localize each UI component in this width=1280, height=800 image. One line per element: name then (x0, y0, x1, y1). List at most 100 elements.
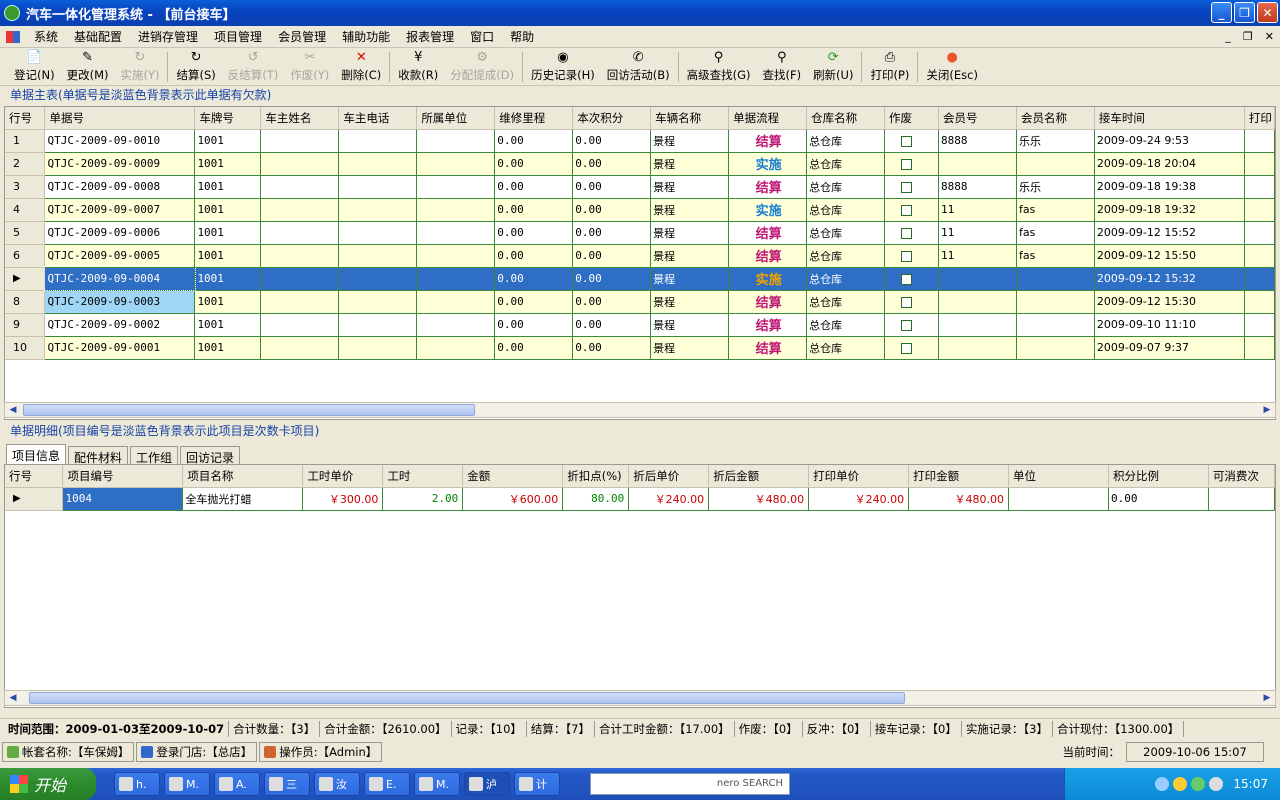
void-checkbox[interactable] (884, 244, 939, 268)
cell-wh[interactable]: 总仓库 (806, 152, 886, 176)
column-header[interactable]: 工时 (382, 465, 464, 488)
taskbar-item[interactable]: 泸 (464, 772, 510, 796)
menu-project[interactable]: 项目管理 (206, 28, 270, 45)
cell-mem[interactable]: 11 (938, 221, 1017, 245)
restore-button[interactable]: ❐ (1234, 2, 1255, 23)
cell-no[interactable]: QTJC-2009-09-0009 (44, 152, 196, 176)
table-row[interactable]: 10 QTJC-2009-09-0001 1001 0.00 0.00 景程 结算 总仓库 20… (5, 336, 1275, 360)
mdi-window-icon[interactable] (6, 30, 20, 43)
cell-owner[interactable] (260, 198, 340, 222)
cell-car[interactable]: 景程 (650, 129, 730, 153)
cell-points_ratio[interactable]: 0.00 (1108, 487, 1209, 511)
cell-print_price[interactable]: ￥240.00 (808, 487, 910, 511)
cell-memname[interactable] (1016, 336, 1095, 360)
scroll-thumb[interactable] (29, 692, 905, 704)
scroll-left-icon[interactable]: ◀ (5, 403, 21, 417)
taskbar-item[interactable]: 计 (514, 772, 560, 796)
toolbar-button-3[interactable]: ↻ 结算(S) (170, 49, 221, 85)
cell-plate[interactable]: 1001 (194, 244, 262, 268)
toolbar-button-7[interactable]: ¥ 收款(R) (392, 49, 444, 85)
cell-plate[interactable]: 1001 (194, 267, 262, 291)
cell-no[interactable]: QTJC-2009-09-0002 (44, 313, 196, 337)
toolbar-button-15[interactable]: ● 关闭(Esc) (920, 49, 984, 85)
cell-wh[interactable]: 总仓库 (806, 244, 886, 268)
tab-parts[interactable]: 配件材料 (68, 446, 129, 465)
checkbox-icon[interactable] (901, 250, 913, 262)
cell-points[interactable]: 0.00 (572, 336, 652, 360)
cell-plate[interactable]: 1001 (194, 221, 262, 245)
cell-time[interactable]: 2009-09-12 15:52 (1094, 221, 1245, 245)
void-checkbox[interactable] (884, 152, 939, 176)
void-checkbox[interactable] (884, 313, 939, 337)
toolbar-button-8[interactable]: ⚙ 分配提成(D) (444, 49, 520, 85)
cell-rate[interactable]: ￥300.00 (302, 487, 384, 511)
taskbar-item[interactable]: 汝 (314, 772, 360, 796)
cell-no[interactable]: QTJC-2009-09-0008 (44, 175, 196, 199)
cell-phone[interactable] (338, 313, 418, 337)
mdi-restore-button[interactable]: ❐ (1243, 30, 1253, 43)
column-header[interactable]: 会员名称 (1016, 107, 1095, 130)
cell-mem[interactable]: 11 (938, 244, 1017, 268)
cell-mileage[interactable]: 0.00 (494, 267, 574, 291)
toolbar-button-5[interactable]: ✂ 作废(Y) (284, 49, 335, 85)
print-cell[interactable] (1244, 221, 1275, 245)
column-header[interactable]: 项目名称 (182, 465, 304, 488)
cell-flow[interactable]: 结算 (728, 313, 808, 337)
cell-unit[interactable] (416, 152, 496, 176)
cell-mileage[interactable]: 0.00 (494, 175, 574, 199)
cell-owner[interactable] (260, 313, 340, 337)
cell-time[interactable]: 2009-09-18 19:38 (1094, 175, 1245, 199)
cell-phone[interactable] (338, 267, 418, 291)
toolbar-button-13[interactable]: ⟳ 刷新(U) (807, 49, 859, 85)
taskbar-item[interactable]: M. (164, 772, 210, 796)
cell-no[interactable]: QTJC-2009-09-0003 (44, 290, 196, 314)
cell-hours[interactable]: 2.00 (382, 487, 464, 511)
cell-plate[interactable]: 1001 (194, 336, 262, 360)
cell-flow[interactable]: 实施 (728, 267, 808, 291)
cell-unit[interactable] (1008, 487, 1109, 511)
taskbar-item[interactable]: h. (114, 772, 160, 796)
tray-volume-icon[interactable] (1209, 777, 1224, 791)
cell-no[interactable]: QTJC-2009-09-0005 (44, 244, 196, 268)
column-header[interactable]: 项目编号 (62, 465, 184, 488)
column-header[interactable]: 行号 (5, 465, 64, 488)
print-cell[interactable] (1244, 313, 1275, 337)
cell-flow[interactable]: 结算 (728, 244, 808, 268)
cell-points[interactable]: 0.00 (572, 313, 652, 337)
cell-mileage[interactable]: 0.00 (494, 129, 574, 153)
cell-phone[interactable] (338, 221, 418, 245)
toolbar-button-9[interactable]: ◉ 历史记录(H) (525, 49, 601, 85)
toolbar-button-2[interactable]: ↻ 实施(Y) (114, 49, 165, 85)
column-header[interactable]: 单位 (1008, 465, 1109, 488)
cell-name[interactable]: 全车抛光打蜡 (182, 487, 304, 511)
cell-owner[interactable] (260, 152, 340, 176)
cell-time[interactable]: 2009-09-18 20:04 (1094, 152, 1245, 176)
taskbar-item[interactable]: E. (364, 772, 410, 796)
toolbar-button-14[interactable]: ⎙ 打印(P) (864, 49, 915, 85)
cell-wh[interactable]: 总仓库 (806, 129, 886, 153)
cell-points[interactable]: 0.00 (572, 221, 652, 245)
void-checkbox[interactable] (884, 221, 939, 245)
toolbar-button-1[interactable]: ✎ 更改(M) (61, 49, 115, 85)
tab-workgroup[interactable]: 工作组 (130, 446, 179, 465)
cell-memname[interactable]: fas (1016, 244, 1095, 268)
main-grid[interactable]: 行号 单据号 车牌号 车主姓名 车主电话 所属单位 维修里程 本次积分 车辆名称 单据流程 仓库名称… (4, 106, 1276, 420)
cell-unit[interactable] (416, 244, 496, 268)
cell-mem[interactable] (938, 313, 1017, 337)
cell-time[interactable]: 2009-09-12 15:50 (1094, 244, 1245, 268)
cell-mileage[interactable]: 0.00 (494, 244, 574, 268)
cell-mileage[interactable]: 0.00 (494, 313, 574, 337)
cell-wh[interactable]: 总仓库 (806, 175, 886, 199)
cell-no[interactable]: QTJC-2009-09-0010 (44, 129, 196, 153)
cell-mem[interactable]: 8888 (938, 129, 1017, 153)
taskbar-item[interactable]: 三 (264, 772, 310, 796)
cell-plate[interactable]: 1001 (194, 175, 262, 199)
table-row[interactable]: 4 QTJC-2009-09-0007 1001 0.00 0.00 景程 实施 总仓库 11 f… (5, 198, 1275, 222)
void-checkbox[interactable] (884, 129, 939, 153)
main-hscrollbar[interactable]: ◀ ▶ (4, 402, 1276, 418)
cell-wh[interactable]: 总仓库 (806, 336, 886, 360)
cell-memname[interactable]: 乐乐 (1016, 175, 1095, 199)
column-header[interactable]: 单据流程 (728, 107, 808, 130)
scroll-right-icon[interactable]: ▶ (1259, 403, 1275, 417)
cell-points[interactable]: 0.00 (572, 198, 652, 222)
